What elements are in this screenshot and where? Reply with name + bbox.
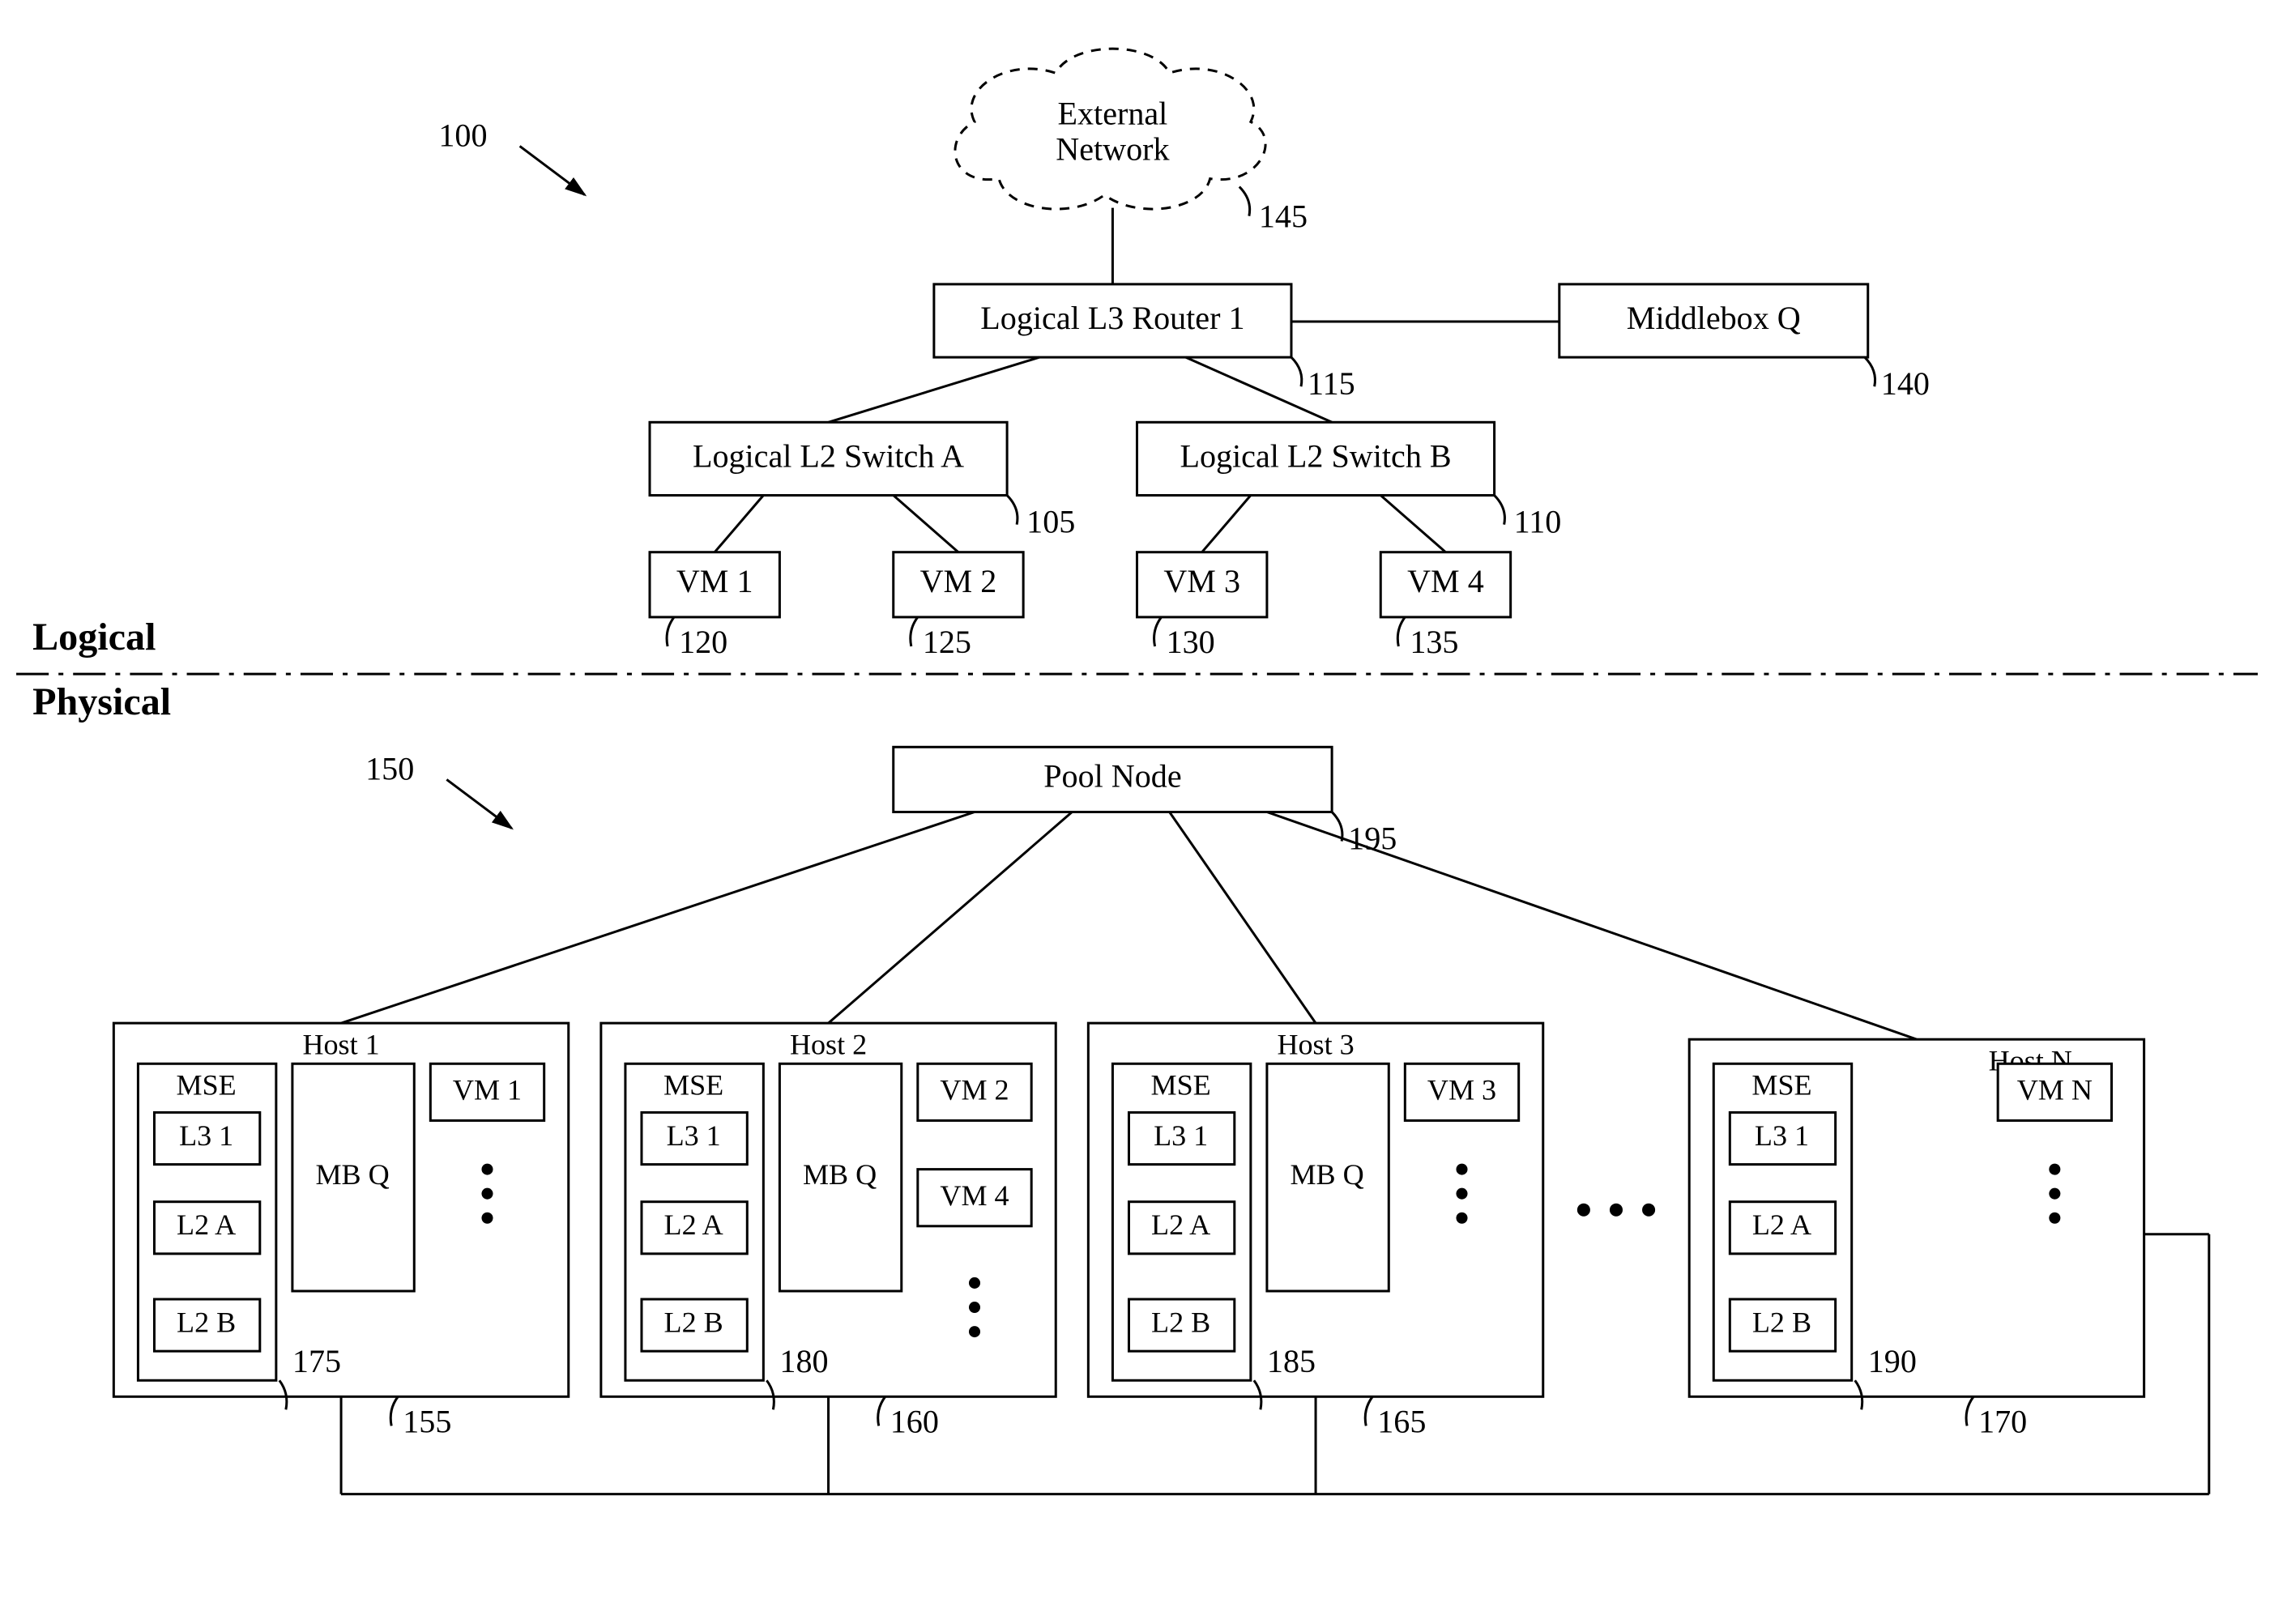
ref-120-tick (667, 617, 674, 646)
pool-node-label: Pool Node (1043, 758, 1181, 795)
ref-105-tick (1007, 496, 1018, 525)
ref-185: 185 (1267, 1343, 1316, 1379)
ref-115-tick (1291, 357, 1302, 386)
host-1-vm-label: VM 1 (453, 1074, 522, 1106)
edge-pool-h3 (1170, 812, 1316, 1024)
ref-160-tick (878, 1396, 885, 1426)
host-2-mse-label: MSE (663, 1069, 723, 1102)
ref-180: 180 (779, 1343, 828, 1379)
ref-130-tick (1154, 617, 1162, 646)
ref-165: 165 (1377, 1403, 1426, 1439)
ref-120: 120 (679, 624, 727, 660)
host-1-l2b-label: L2 B (177, 1306, 236, 1338)
host-1-l3-label: L3 1 (179, 1119, 233, 1152)
host-3: Host 3 MSE L3 1 L2 A L2 B MB Q VM 3 (1088, 1023, 1542, 1396)
host-n-l2a-label: L2 A (1752, 1208, 1811, 1241)
ref-125: 125 (923, 624, 971, 660)
external-network-l2: Network (1056, 131, 1170, 168)
edge-swA-vm1 (715, 496, 763, 552)
switch-b-label: Logical L2 Switch B (1180, 438, 1451, 475)
host-2-title: Host 2 (790, 1029, 867, 1061)
vm3-label: VM 3 (1163, 563, 1240, 599)
edge-router-swA (829, 357, 1040, 422)
ref-195: 195 (1348, 821, 1397, 857)
edge-pool-h2 (829, 812, 1073, 1024)
ref-145: 145 (1259, 198, 1308, 235)
host-2-l3-label: L3 1 (667, 1119, 721, 1152)
edge-swB-vm4 (1380, 496, 1445, 552)
host-2-vmB-label: VM 4 (940, 1179, 1009, 1212)
ref-170: 170 (1978, 1403, 2027, 1439)
host-1-l2a-label: L2 A (177, 1208, 236, 1241)
host-2-l2a-label: L2 A (664, 1208, 723, 1241)
ref-155-tick (390, 1396, 398, 1426)
host-n-l3-label: L3 1 (1755, 1119, 1809, 1152)
middlebox-label: Middlebox Q (1627, 300, 1801, 336)
host-3-l3-label: L3 1 (1154, 1119, 1208, 1152)
ref-115: 115 (1308, 365, 1355, 402)
ref-175: 175 (292, 1343, 341, 1379)
section-logical-label: Logical (32, 616, 156, 659)
host-2-l2b-label: L2 B (664, 1306, 723, 1338)
ref-155: 155 (403, 1403, 451, 1439)
vm1-label: VM 1 (676, 563, 753, 599)
edge-pool-h1 (341, 812, 975, 1024)
ref-160: 160 (890, 1403, 939, 1439)
ref-190: 190 (1868, 1343, 1917, 1379)
host-1-mse-label: MSE (177, 1069, 237, 1102)
host-1-mb-label: MB Q (315, 1158, 389, 1191)
host-3-title: Host 3 (1277, 1029, 1354, 1061)
ref-150-arrow (446, 779, 511, 828)
ref-110-tick (1495, 496, 1505, 525)
host-2-mb-label: MB Q (803, 1158, 877, 1191)
ref-140: 140 (1881, 365, 1930, 402)
host-n-mse-label: MSE (1751, 1069, 1811, 1102)
ref-105: 105 (1026, 504, 1075, 540)
vm2-label: VM 2 (920, 563, 997, 599)
host-3-l2a-label: L2 A (1151, 1208, 1210, 1241)
external-network-l1: External (1058, 96, 1168, 132)
vm4-label: VM 4 (1407, 563, 1484, 599)
ref-135: 135 (1410, 624, 1458, 660)
ref-130: 130 (1167, 624, 1215, 660)
edge-pool-hN (1267, 812, 1917, 1040)
ref-165-tick (1365, 1396, 1372, 1426)
host-3-l2b-label: L2 B (1151, 1306, 1210, 1338)
ref-135-tick (1397, 617, 1405, 646)
ref-100-arrow (520, 146, 585, 194)
host-2: Host 2 MSE L3 1 L2 A L2 B MB Q VM 2 VM 4 (601, 1023, 1056, 1396)
ref-140-tick (1865, 357, 1875, 386)
host-3-vm-label: VM 3 (1427, 1074, 1496, 1106)
host-3-mb-label: MB Q (1290, 1158, 1363, 1191)
edge-swA-vm2 (894, 496, 958, 552)
host-n-vm-label: VM N (2017, 1074, 2093, 1106)
ref-110: 110 (1514, 504, 1562, 540)
diagram-canvas: Logical Physical 100 External Network 14… (0, 0, 2274, 1624)
ref-125-tick (911, 617, 918, 646)
hosts-ellipsis (1577, 1204, 1590, 1217)
host-n-l2b-label: L2 B (1752, 1306, 1811, 1338)
ref-170-tick (1966, 1396, 1973, 1426)
edge-swB-vm3 (1202, 496, 1251, 552)
section-physical-label: Physical (32, 680, 171, 723)
logical-router-label: Logical L3 Router 1 (980, 300, 1244, 336)
ref-150: 150 (365, 750, 414, 786)
ref-100: 100 (438, 117, 487, 153)
host-3-mse-label: MSE (1151, 1069, 1211, 1102)
host-1-title: Host 1 (302, 1029, 379, 1061)
host-1: Host 1 MSE L3 1 L2 A L2 B MB Q VM 1 (113, 1023, 568, 1396)
switch-a-label: Logical L2 Switch A (693, 438, 964, 475)
host-2-vmA-label: VM 2 (940, 1074, 1009, 1106)
ref-145-tick (1239, 187, 1250, 216)
